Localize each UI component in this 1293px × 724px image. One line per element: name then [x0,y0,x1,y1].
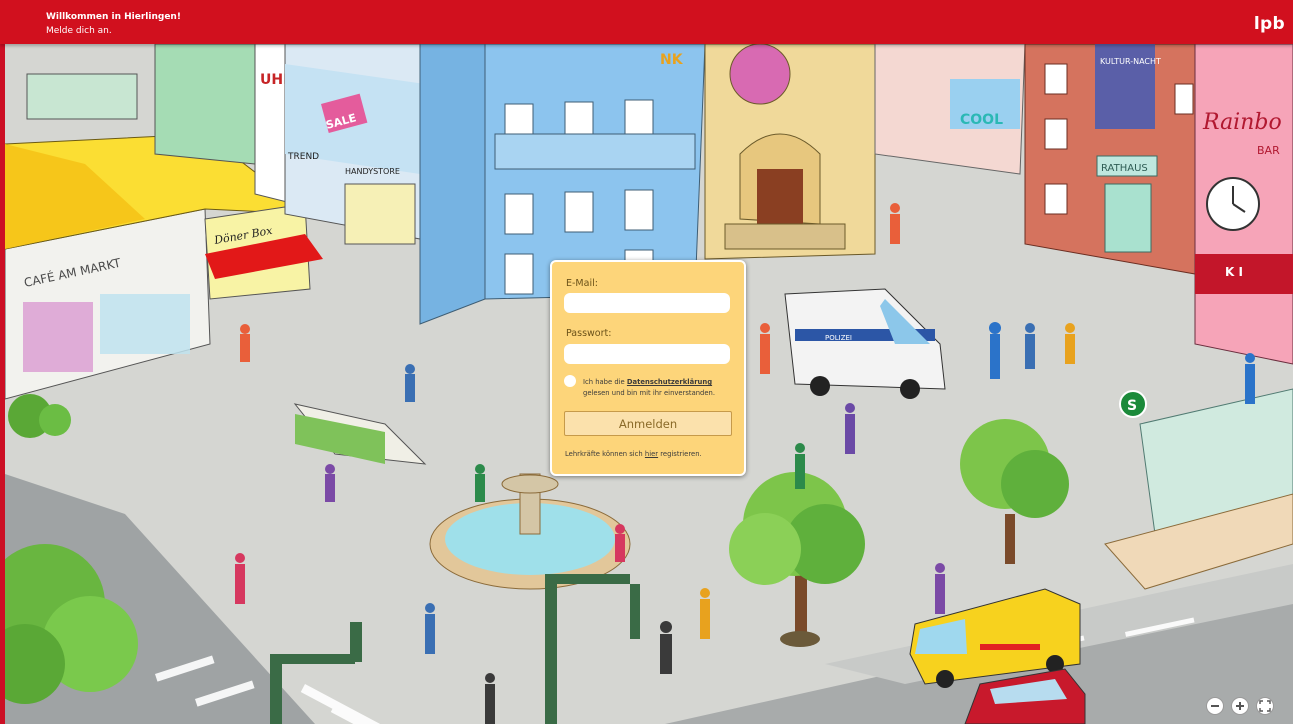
rathaus-sign: RATHAUS [1101,163,1148,174]
top-bar: Willkommen in Hierlingen! Melde dich an.… [0,0,1293,44]
zoom-out-button[interactable] [1206,697,1224,715]
password-field[interactable] [564,344,730,364]
s-bahn-sign: S [1127,398,1137,414]
bar-sign: BAR [1257,144,1280,157]
plus-icon [1236,702,1244,710]
email-label: E-Mail: [566,278,598,289]
login-button[interactable]: Anmelden [564,411,732,436]
lpb-logo[interactable]: lpb [1254,14,1285,34]
fullscreen-button[interactable] [1256,697,1274,715]
register-prefix: Lehrkräfte können sich [565,450,643,458]
privacy-consent-checkbox[interactable] [564,375,576,387]
welcome-title: Willkommen in Hierlingen! [46,12,181,22]
rainbow-sign: Rainbo [1202,110,1282,135]
minus-icon [1211,705,1219,707]
fullscreen-icon [1259,700,1271,712]
consent-prefix: Ich habe die [583,378,625,386]
welcome-subtitle: Melde dich an. [46,26,112,36]
cool-graffiti: COOL [960,112,1003,128]
password-label: Passwort: [566,328,612,339]
zoom-in-button[interactable] [1231,697,1249,715]
teacher-register-text: Lehrkräfte können sich hier registrieren… [565,450,745,458]
right-edge-letters: K I [1225,265,1243,279]
handystore-sign: HANDYSTORE [345,167,400,176]
register-link[interactable]: hier [645,450,658,458]
privacy-consent-text: Ich habe die Datenschutzerklärung gelese… [583,377,743,399]
trend-sign: TREND [287,152,319,162]
kultur-poster: KULTUR-NACHT [1100,57,1161,66]
email-field[interactable] [564,293,730,313]
consent-suffix: gelesen und bin mit ihr einverstanden. [583,389,716,397]
register-suffix: registrieren. [660,450,702,458]
login-panel: E-Mail: Passwort: Ich habe die Datenschu… [550,260,746,476]
privacy-policy-link[interactable]: Datenschutzerklärung [627,378,712,386]
polizei-label: POLIZEI [825,334,852,342]
nk-letters: NK [660,52,684,68]
